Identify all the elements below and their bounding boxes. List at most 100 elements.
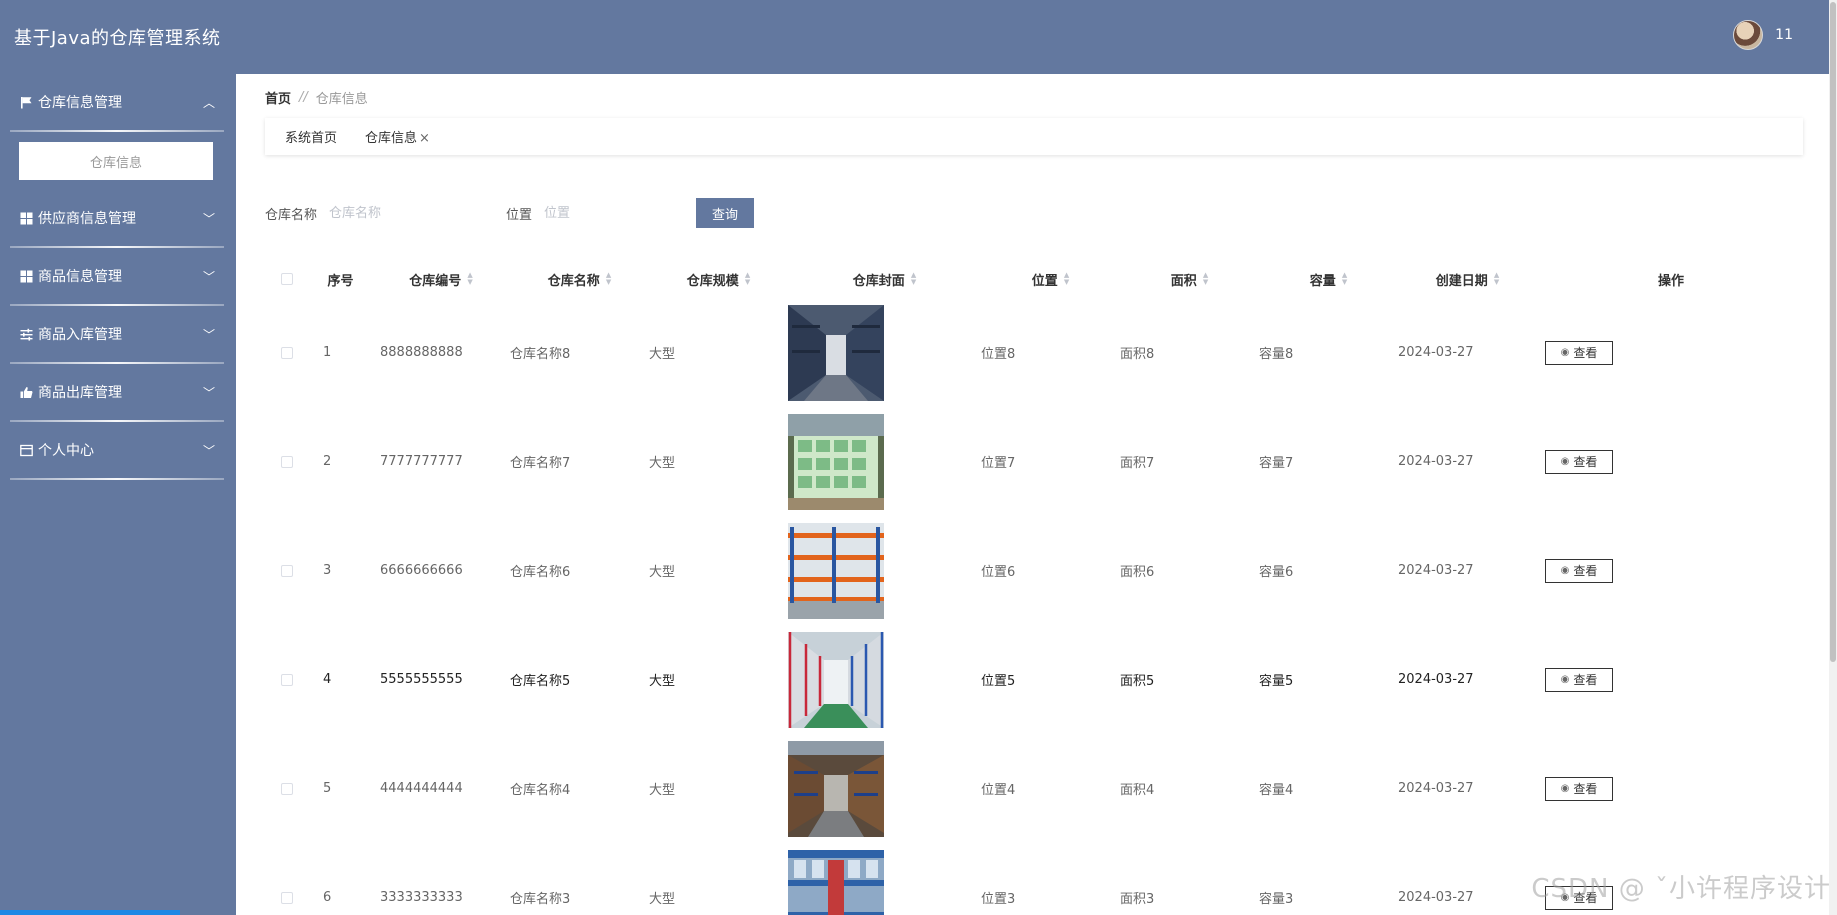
cell-date: 2024-03-27 bbox=[1398, 781, 1474, 796]
close-icon[interactable]: × bbox=[419, 131, 430, 146]
sort-icon[interactable]: ▲ ▼ bbox=[606, 272, 611, 286]
user-menu[interactable]: 11 bbox=[1733, 20, 1793, 50]
warehouse-name-input[interactable] bbox=[329, 199, 475, 227]
cell-capacity: 容量3 bbox=[1259, 892, 1294, 907]
row-checkbox[interactable] bbox=[281, 673, 293, 686]
card-icon bbox=[19, 443, 33, 457]
warehouse-cover-image[interactable] bbox=[788, 304, 884, 401]
table-row[interactable]: 2 7777777777 仓库名称7 大型 位置7 面积7 容量7 2024-0… bbox=[265, 407, 1805, 516]
warehouse-cover-image[interactable] bbox=[788, 740, 884, 837]
sort-icon[interactable]: ▲ ▼ bbox=[1203, 272, 1208, 286]
cell-cover bbox=[788, 631, 981, 728]
table-row[interactable]: 5 4444444444 仓库名称4 大型 位置4 面积4 容量4 2024-0… bbox=[265, 734, 1805, 843]
menu-divider bbox=[10, 478, 224, 480]
warehouse-cover-image[interactable] bbox=[788, 413, 884, 510]
menu-supplier-info[interactable]: 供应商信息管理 ﹀ bbox=[0, 190, 236, 246]
view-label: 查看 bbox=[1573, 673, 1598, 687]
table-row[interactable]: 3 6666666666 仓库名称6 大型 位置6 面积6 容量6 2024-0… bbox=[265, 516, 1805, 625]
menu-warehouse-info[interactable]: 仓库信息管理 ︿ bbox=[0, 74, 236, 130]
view-button[interactable]: ◉ 查看 bbox=[1545, 558, 1613, 583]
warehouse-cover-image[interactable] bbox=[788, 522, 884, 619]
cell-scale: 大型 bbox=[649, 783, 676, 798]
table-row[interactable]: 1 8888888888 仓库名称8 大型 位置8 面积8 容量8 2024-0… bbox=[265, 298, 1805, 407]
sort-icon[interactable]: ▲ ▼ bbox=[1064, 272, 1069, 286]
tab-system-home[interactable]: 系统首页 bbox=[285, 127, 337, 146]
warehouse-cover-image[interactable] bbox=[788, 631, 884, 728]
view-button[interactable]: ◉ 查看 bbox=[1545, 449, 1613, 474]
menu-personal-center[interactable]: 个人中心 ﹀ bbox=[0, 422, 236, 478]
sort-icon[interactable]: ▲ ▼ bbox=[1494, 272, 1499, 286]
username[interactable]: 11 bbox=[1775, 27, 1793, 43]
cell-actions: ◉ 查看 bbox=[1537, 558, 1805, 583]
header-name[interactable]: 仓库名称 ▲ ▼ bbox=[510, 270, 649, 289]
row-select-cell bbox=[265, 673, 309, 686]
cell-location: 位置5 bbox=[981, 674, 1016, 689]
header-capacity[interactable]: 容量 ▲ ▼ bbox=[1259, 270, 1398, 289]
warehouse-cover-image[interactable] bbox=[788, 849, 884, 915]
menu-label: 商品出库管理 bbox=[38, 385, 122, 401]
cell-cover bbox=[788, 522, 981, 619]
location-input[interactable] bbox=[544, 199, 690, 227]
sort-icon[interactable]: ▲ ▼ bbox=[467, 272, 472, 286]
submenu-warehouse-list[interactable]: 仓库信息 bbox=[19, 142, 213, 180]
menu-group-outbound: 商品出库管理 ﹀ bbox=[0, 364, 236, 422]
cell-location: 位置4 bbox=[981, 783, 1016, 798]
query-button[interactable]: 查询 bbox=[696, 198, 755, 228]
avatar[interactable] bbox=[1733, 20, 1764, 50]
chevron-down-icon: ﹀ bbox=[202, 269, 215, 284]
cell-scale: 大型 bbox=[649, 456, 676, 471]
row-checkbox[interactable] bbox=[281, 346, 293, 359]
cell-index: 4 bbox=[323, 672, 332, 687]
row-checkbox[interactable] bbox=[281, 782, 293, 795]
header-location[interactable]: 位置 ▲ ▼ bbox=[981, 270, 1120, 289]
eye-icon: ◉ bbox=[1560, 347, 1570, 358]
cell-actions: ◉ 查看 bbox=[1537, 667, 1805, 692]
cell-index: 5 bbox=[323, 781, 332, 796]
row-checkbox[interactable] bbox=[281, 455, 293, 468]
menu-group-profile: 个人中心 ﹀ bbox=[0, 422, 236, 480]
cell-area: 面积7 bbox=[1120, 456, 1155, 471]
tab-warehouse-info[interactable]: 仓库信息 × bbox=[365, 127, 430, 146]
select-all-checkbox[interactable] bbox=[281, 273, 293, 285]
sort-icon[interactable]: ▲ ▼ bbox=[745, 272, 750, 286]
cell-capacity: 容量7 bbox=[1259, 456, 1294, 471]
cell-code: 8888888888 bbox=[380, 345, 463, 360]
view-button[interactable]: ◉ 查看 bbox=[1545, 667, 1613, 692]
header-cover[interactable]: 仓库封面 ▲ ▼ bbox=[788, 270, 981, 289]
header-area[interactable]: 面积 ▲ ▼ bbox=[1120, 270, 1259, 289]
cell-actions: ◉ 查看 bbox=[1537, 340, 1805, 365]
row-select-cell bbox=[265, 782, 309, 795]
cell-index: 2 bbox=[323, 454, 332, 469]
menu-goods-inbound[interactable]: 商品入库管理 ﹀ bbox=[0, 306, 236, 362]
row-select-cell bbox=[265, 455, 309, 468]
sort-icon[interactable]: ▲ ▼ bbox=[1342, 272, 1347, 286]
scrollbar-thumb[interactable] bbox=[1830, 2, 1836, 662]
eye-icon: ◉ bbox=[1560, 783, 1570, 794]
header-label: 仓库封面 bbox=[852, 273, 905, 289]
menu-label: 仓库信息管理 bbox=[38, 95, 122, 111]
cell-date: 2024-03-27 bbox=[1398, 672, 1474, 687]
menu-goods-outbound[interactable]: 商品出库管理 ﹀ bbox=[0, 364, 236, 420]
table-header: 序号 仓库编号 ▲ ▼ 仓库名称 ▲ ▼ 仓库规模 ▲ ▼ 仓库封面 ▲ ▼ 位置 ▲ ▼ 面积 ▲ ▼… bbox=[265, 260, 1805, 298]
cell-date: 2024-03-27 bbox=[1398, 454, 1474, 469]
menu-group-supplier: 供应商信息管理 ﹀ bbox=[0, 190, 236, 248]
breadcrumb-home[interactable]: 首页 bbox=[265, 88, 291, 107]
table-row[interactable]: 4 5555555555 仓库名称5 大型 位置5 面积5 容量5 2024-0… bbox=[265, 625, 1805, 734]
sort-icon[interactable]: ▲ ▼ bbox=[911, 272, 916, 286]
chevron-down-icon: ﹀ bbox=[202, 385, 215, 400]
menu-goods-info[interactable]: 商品信息管理 ﹀ bbox=[0, 248, 236, 304]
view-button[interactable]: ◉ 查看 bbox=[1545, 776, 1613, 801]
sidebar-scrollbar[interactable] bbox=[0, 910, 180, 915]
chevron-up-icon: ︿ bbox=[202, 95, 215, 110]
row-checkbox[interactable] bbox=[281, 564, 293, 577]
header-code[interactable]: 仓库编号 ▲ ▼ bbox=[372, 270, 510, 289]
cell-name: 仓库名称5 bbox=[510, 674, 571, 689]
warehouse-table: 序号 仓库编号 ▲ ▼ 仓库名称 ▲ ▼ 仓库规模 ▲ ▼ 仓库封面 ▲ ▼ 位置 ▲ ▼ 面积 ▲ ▼… bbox=[265, 260, 1805, 915]
cell-cover bbox=[788, 304, 981, 401]
view-button[interactable]: ◉ 查看 bbox=[1545, 340, 1613, 365]
row-checkbox[interactable] bbox=[281, 891, 293, 904]
cell-name: 仓库名称8 bbox=[510, 347, 571, 362]
header-date[interactable]: 创建日期 ▲ ▼ bbox=[1398, 270, 1537, 289]
header-scale[interactable]: 仓库规模 ▲ ▼ bbox=[649, 270, 788, 289]
page-scrollbar[interactable] bbox=[1829, 0, 1837, 915]
